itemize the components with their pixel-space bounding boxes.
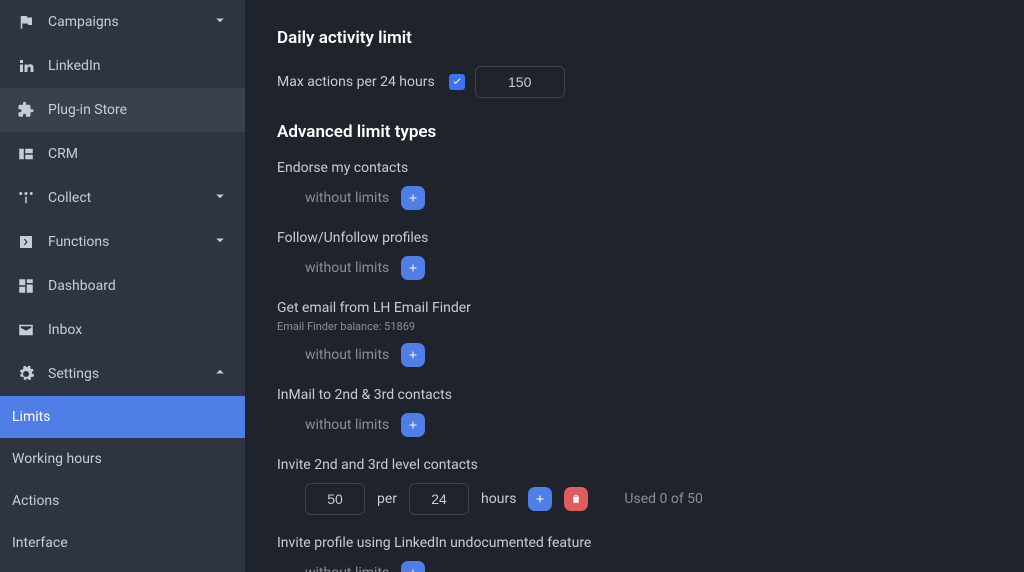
sidebar-item-label: Inbox bbox=[48, 322, 82, 338]
daily-limit-heading: Daily activity limit bbox=[277, 28, 1024, 48]
limit-invite-2nd-3rd: Invite 2nd and 3rd level contacts per ho… bbox=[277, 457, 1024, 515]
add-limit-button[interactable] bbox=[401, 561, 425, 572]
limit-inmail: InMail to 2nd & 3rd contacts without lim… bbox=[277, 387, 1024, 437]
max-actions-label: Max actions per 24 hours bbox=[277, 74, 435, 90]
limit-title: Follow/Unfollow profiles bbox=[277, 230, 1024, 246]
sidebar-subitem-label: Working hours bbox=[12, 451, 102, 467]
without-limits-label: without limits bbox=[305, 190, 389, 206]
max-actions-input[interactable] bbox=[475, 66, 565, 98]
sidebar-subitem-limits[interactable]: Limits bbox=[0, 396, 245, 438]
sidebar-item-linkedin[interactable]: LinkedIn bbox=[0, 44, 245, 88]
add-limit-button[interactable] bbox=[401, 343, 425, 367]
add-limit-button[interactable] bbox=[528, 487, 552, 511]
sidebar-item-label: Campaigns bbox=[48, 14, 119, 30]
crm-icon bbox=[16, 144, 36, 164]
advanced-limit-heading: Advanced limit types bbox=[277, 122, 1024, 142]
without-limits-label: without limits bbox=[305, 347, 389, 363]
sidebar-item-functions[interactable]: Functions bbox=[0, 220, 245, 264]
sidebar-item-label: Collect bbox=[48, 190, 91, 206]
chevron-up-icon bbox=[211, 363, 229, 385]
add-limit-button[interactable] bbox=[401, 256, 425, 280]
limit-title: InMail to 2nd & 3rd contacts bbox=[277, 387, 1024, 403]
limit-title: Invite profile using LinkedIn undocument… bbox=[277, 535, 1024, 551]
sidebar-item-dashboard[interactable]: Dashboard bbox=[0, 264, 245, 308]
puzzle-icon bbox=[16, 100, 36, 120]
limit-email-finder: Get email from LH Email Finder Email Fin… bbox=[277, 300, 1024, 367]
sidebar-subitem-interface[interactable]: Interface bbox=[0, 522, 245, 564]
limit-title: Invite 2nd and 3rd level contacts bbox=[277, 457, 1024, 473]
without-limits-label: without limits bbox=[305, 260, 389, 276]
used-label: Used 0 of 50 bbox=[624, 491, 703, 507]
limit-count-input[interactable] bbox=[305, 483, 365, 515]
limit-follow: Follow/Unfollow profiles without limits bbox=[277, 230, 1024, 280]
sidebar-item-label: LinkedIn bbox=[48, 58, 101, 74]
sidebar-item-collect[interactable]: Collect bbox=[0, 176, 245, 220]
inbox-icon bbox=[16, 320, 36, 340]
sidebar-item-plugin-store[interactable]: Plug-in Store bbox=[0, 88, 245, 132]
sidebar-subitem-label: Interface bbox=[12, 535, 68, 551]
sidebar: Campaigns LinkedIn Plug-in Store CRM Col… bbox=[0, 0, 245, 572]
limit-hours-input[interactable] bbox=[409, 483, 469, 515]
chevron-down-icon bbox=[211, 11, 229, 33]
per-label: per bbox=[377, 491, 397, 507]
sidebar-subitem-actions[interactable]: Actions bbox=[0, 480, 245, 522]
without-limits-label: without limits bbox=[305, 417, 389, 433]
gear-icon bbox=[16, 364, 36, 384]
hours-label: hours bbox=[481, 491, 516, 507]
chevron-down-icon bbox=[211, 231, 229, 253]
dashboard-icon bbox=[16, 276, 36, 296]
delete-limit-button[interactable] bbox=[564, 487, 588, 511]
sidebar-item-label: CRM bbox=[48, 146, 78, 162]
main-content: Daily activity limit Max actions per 24 … bbox=[245, 0, 1024, 572]
limit-invite-undocumented: Invite profile using LinkedIn undocument… bbox=[277, 535, 1024, 572]
sidebar-item-inbox[interactable]: Inbox bbox=[0, 308, 245, 352]
sidebar-item-label: Settings bbox=[48, 366, 99, 382]
limit-endorse: Endorse my contacts without limits bbox=[277, 160, 1024, 210]
flag-icon bbox=[16, 12, 36, 32]
max-actions-row: Max actions per 24 hours bbox=[277, 66, 1024, 98]
sidebar-item-campaigns[interactable]: Campaigns bbox=[0, 0, 245, 44]
without-limits-label: without limits bbox=[305, 565, 389, 572]
limit-subtitle: Email Finder balance: 51869 bbox=[277, 320, 1024, 333]
sidebar-subitem-label: Limits bbox=[12, 409, 50, 425]
linkedin-icon bbox=[16, 56, 36, 76]
check-icon bbox=[451, 76, 463, 88]
chevron-down-icon bbox=[211, 187, 229, 209]
sidebar-subitem-label: Actions bbox=[12, 493, 59, 509]
add-limit-button[interactable] bbox=[401, 186, 425, 210]
limit-title: Endorse my contacts bbox=[277, 160, 1024, 176]
functions-icon bbox=[16, 232, 36, 252]
sidebar-item-label: Dashboard bbox=[48, 278, 116, 294]
add-limit-button[interactable] bbox=[401, 413, 425, 437]
sidebar-item-crm[interactable]: CRM bbox=[0, 132, 245, 176]
sidebar-item-label: Plug-in Store bbox=[48, 102, 127, 118]
limit-title: Get email from LH Email Finder bbox=[277, 300, 1024, 316]
sidebar-item-label: Functions bbox=[48, 234, 109, 250]
sidebar-subitem-working-hours[interactable]: Working hours bbox=[0, 438, 245, 480]
max-actions-checkbox[interactable] bbox=[449, 74, 465, 90]
collect-icon bbox=[16, 188, 36, 208]
sidebar-item-settings[interactable]: Settings bbox=[0, 352, 245, 396]
